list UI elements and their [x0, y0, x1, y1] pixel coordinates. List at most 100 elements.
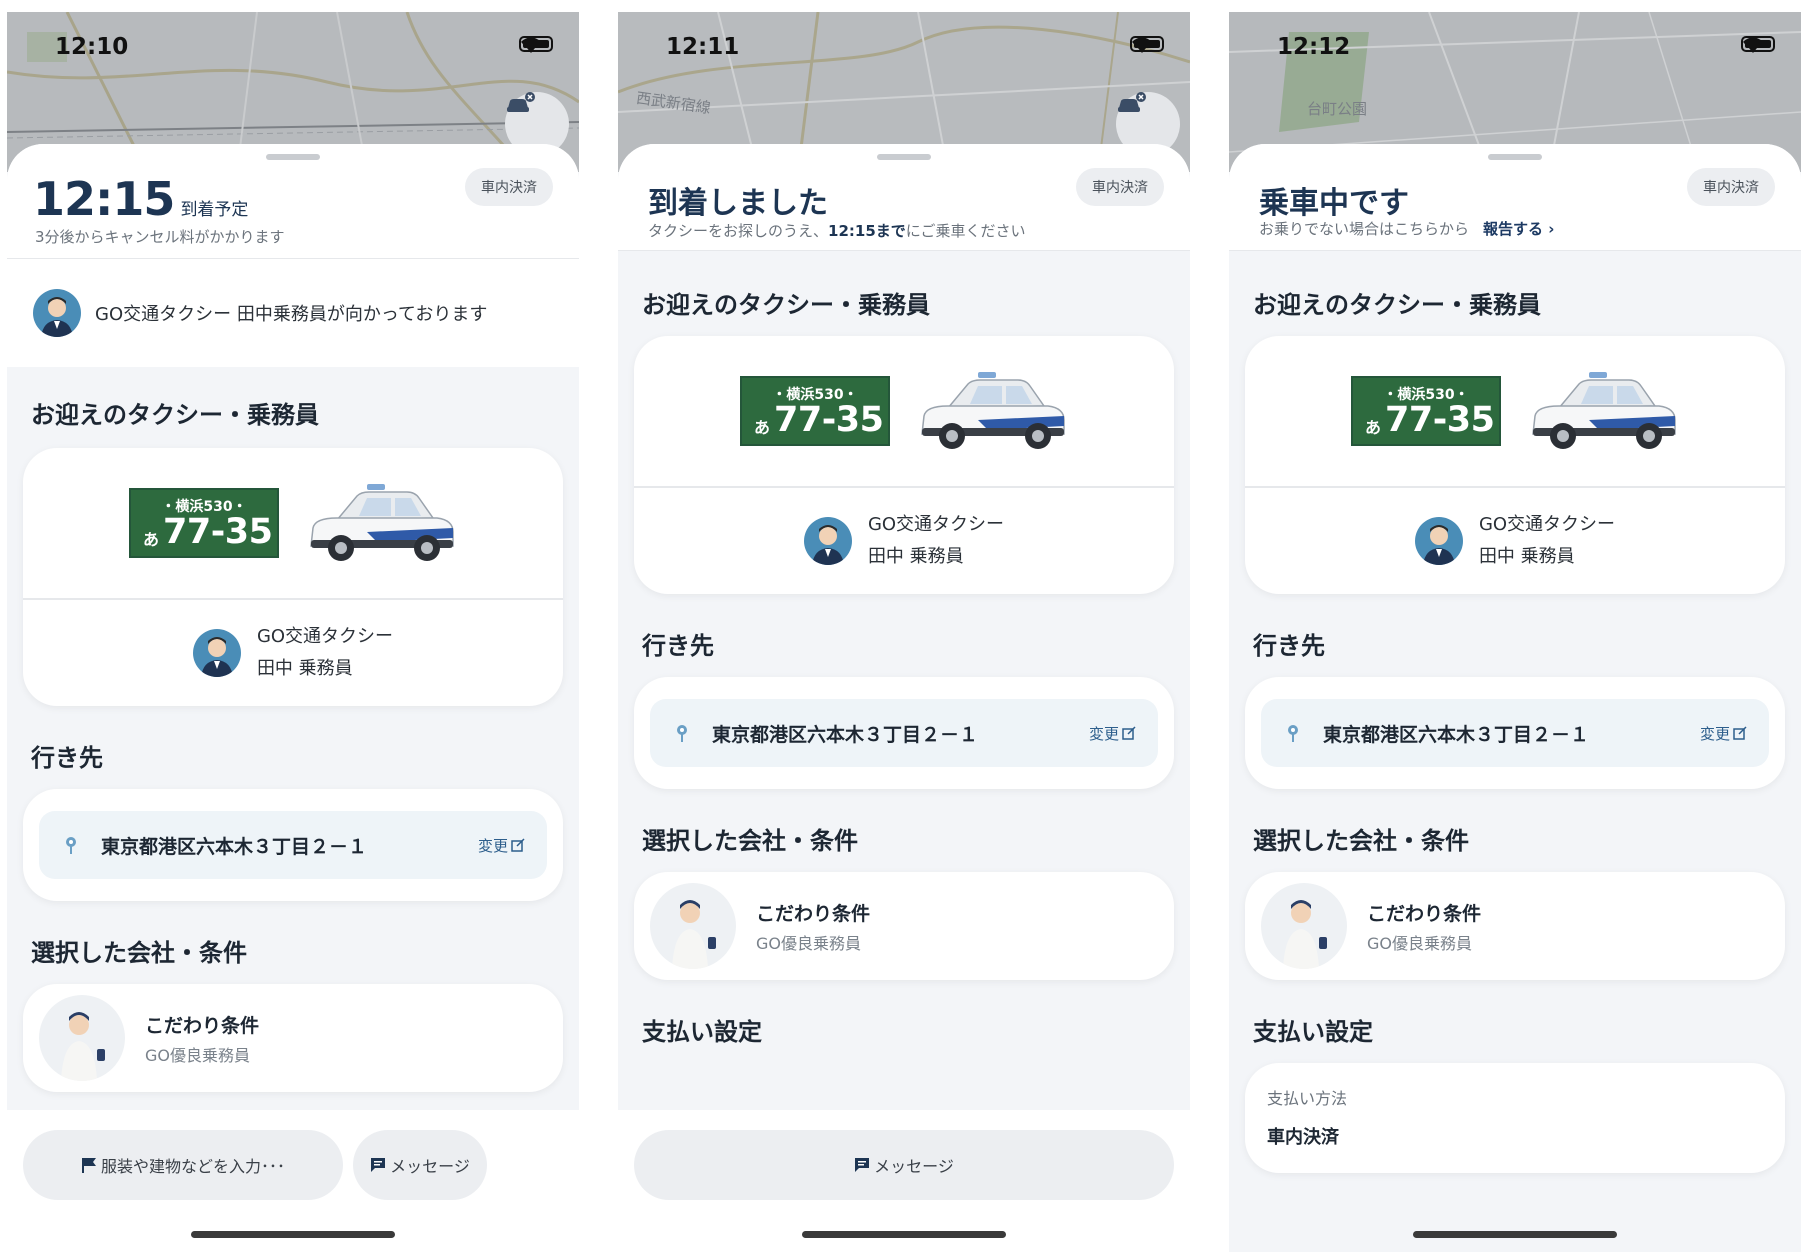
message-label: メッセージ [874, 1157, 954, 1176]
car-cancel-icon [507, 92, 535, 112]
cancel-fee-note: 3分後からキャンセル料がかかります [35, 228, 285, 246]
driver-avatar [192, 629, 241, 677]
driver-illustration [650, 883, 736, 969]
conditions-card[interactable]: こだわり条件 GO優良乗務員 [634, 872, 1174, 980]
conditions-card[interactable]: こだわり条件 GO優良乗務員 [23, 984, 563, 1092]
status-bar: 12:11 [618, 12, 1190, 82]
destination-row[interactable]: 東京都港区六本木３丁目２－１ 変更 [1261, 699, 1769, 767]
sheet-grabber[interactable] [877, 154, 931, 160]
status-bar: 12:12 [1229, 12, 1801, 82]
status-title: 到着しました [648, 186, 828, 221]
status-time: 12:10 [55, 34, 129, 60]
payment-chip: 車内決済 [1687, 168, 1775, 206]
message-button[interactable]: メッセージ [353, 1130, 487, 1200]
plate-kana: あ [1365, 418, 1382, 437]
bottom-sheet[interactable]: 車内決済 到着しました タクシーをお探しのうえ、12:15までにご乗車ください … [618, 144, 1190, 1252]
change-destination-button[interactable]: 変更 [1700, 723, 1747, 744]
bottom-action-bar: 服装や建物などを入力･･･ メッセージ [7, 1110, 579, 1252]
in-ride-header: 車内決済 乗車中です お乗りでない場合はこちらから 報告する › [1229, 144, 1801, 251]
payment-chip: 車内決済 [465, 168, 553, 206]
conditions-title: こだわり条件 [145, 1014, 260, 1037]
section-title-pickup: お迎えのタクシー・乗務員 [1253, 291, 1541, 319]
driver-info-row: GO交通タクシー 田中 乗務員 [1245, 488, 1785, 594]
edit-icon [1733, 726, 1747, 740]
report-note: お乗りでない場合はこちらから 報告する › [1259, 220, 1555, 238]
destination-address: 東京都港区六本木３丁目２－１ [712, 723, 979, 746]
message-label: メッセージ [390, 1157, 470, 1176]
payment-method-card[interactable]: 支払い方法 車内決済 [1245, 1063, 1785, 1173]
edit-icon [1122, 726, 1136, 740]
eta-time: 12:15 [33, 172, 175, 226]
edit-icon [511, 838, 525, 852]
home-indicator[interactable] [1413, 1231, 1617, 1238]
driver-illustration [1261, 883, 1347, 969]
map-park-label: 台町公園 [1307, 100, 1368, 118]
payment-chip: 車内決済 [1076, 168, 1164, 206]
taxi-driver-card: ・横浜530・ あ 77-35 GO交通タクシー 田中 乗務員 [634, 336, 1174, 594]
section-title-conditions: 選択した会社・条件 [642, 827, 858, 855]
change-label: 変更 [1088, 724, 1119, 743]
sheet-grabber[interactable] [1488, 154, 1542, 160]
message-button[interactable]: メッセージ [634, 1130, 1174, 1200]
conditions-title: こだわり条件 [1367, 902, 1482, 925]
driver-avatar [803, 517, 852, 565]
eta-header: 車内決済 12:15 到着予定 3分後からキャンセル料がかかります [7, 144, 579, 259]
battery-icon [1741, 36, 1775, 52]
plate-kana: あ [143, 530, 160, 549]
location-pin-icon [677, 725, 687, 742]
driver-name: 田中 乗務員 [1478, 546, 1575, 567]
license-plate: ・横浜530・ あ 77-35 [1351, 376, 1501, 446]
destination-address: 東京都港区六本木３丁目２－１ [1323, 723, 1590, 746]
phone-screen-arrived: 西武新宿線 12:11 車内決済 到着しました タクシーをお探しのうえ、12:1… [618, 12, 1190, 1252]
battery-icon [1130, 36, 1164, 52]
sheet-grabber[interactable] [266, 154, 320, 160]
status-bar: 12:10 [7, 12, 579, 82]
status-time: 12:11 [666, 34, 740, 60]
taxi-driver-card: ・横浜530・ あ 77-35 GO交通タクシー 田中 乗務員 [23, 448, 563, 706]
flag-icon [81, 1158, 96, 1173]
conditions-card[interactable]: こだわり条件 GO優良乗務員 [1245, 872, 1785, 980]
status-time: 12:12 [1277, 34, 1351, 60]
eta-label: 到着予定 [180, 200, 249, 220]
change-label: 変更 [477, 836, 508, 855]
approach-text: GO交通タクシー 田中乗務員が向かっております [95, 304, 488, 325]
driver-approach-row: GO交通タクシー 田中乗務員が向かっております [7, 259, 579, 367]
taxi-car-illustration [921, 372, 1065, 449]
company-name: GO交通タクシー [256, 626, 394, 647]
conditions-subtitle: GO優良乗務員 [145, 1045, 250, 1065]
pickup-hint-button[interactable]: 服装や建物などを入力･･･ [23, 1130, 343, 1200]
driver-name: 田中 乗務員 [256, 658, 353, 679]
taxi-car-illustration [1532, 372, 1676, 449]
plate-number: 77-35 [163, 512, 273, 552]
taxi-car-illustration [310, 484, 454, 561]
home-indicator[interactable] [191, 1231, 395, 1238]
destination-card: 東京都港区六本木３丁目２－１ 変更 [634, 677, 1174, 789]
plate-number: 77-35 [1385, 400, 1495, 440]
destination-row[interactable]: 東京都港区六本木３丁目２－１ 変更 [39, 811, 547, 879]
section-title-destination: 行き先 [31, 744, 103, 772]
change-destination-button[interactable]: 変更 [478, 835, 525, 856]
destination-card: 東京都港区六本木３丁目２－１ 変更 [1245, 677, 1785, 789]
home-indicator[interactable] [802, 1231, 1006, 1238]
driver-illustration [39, 995, 125, 1081]
section-title-pickup: お迎えのタクシー・乗務員 [642, 291, 930, 319]
payment-method-label: 支払い方法 [1267, 1089, 1348, 1108]
bottom-sheet[interactable]: 車内決済 乗車中です お乗りでない場合はこちらから 報告する › お迎えのタクシー… [1229, 144, 1801, 1252]
bottom-sheet[interactable]: 車内決済 12:15 到着予定 3分後からキャンセル料がかかります GO交通タクシ… [7, 144, 579, 1252]
company-name: GO交通タクシー [1478, 514, 1616, 535]
change-destination-button[interactable]: 変更 [1089, 723, 1136, 744]
destination-row[interactable]: 東京都港区六本木３丁目２－１ 変更 [650, 699, 1158, 767]
report-link[interactable]: 報告する › [1483, 220, 1554, 238]
pickup-hint-label: 服装や建物などを入力･･･ [100, 1157, 285, 1176]
driver-name: 田中 乗務員 [867, 546, 964, 567]
license-plate: ・横浜530・ あ 77-35 [129, 488, 279, 558]
status-title: 乗車中です [1259, 186, 1409, 221]
bottom-action-bar: メッセージ [618, 1110, 1190, 1252]
driver-info-row: GO交通タクシー 田中 乗務員 [634, 488, 1174, 594]
change-label: 変更 [1699, 724, 1730, 743]
phone-screen-en-route: 12:10 車内決済 12:15 到着予定 3分後からキャンセル料がかかります G… [7, 12, 579, 1252]
section-title-conditions: 選択した会社・条件 [1253, 827, 1469, 855]
license-plate: ・横浜530・ あ 77-35 [740, 376, 890, 446]
section-title-pickup: お迎えのタクシー・乗務員 [31, 401, 319, 429]
arrival-header: 車内決済 到着しました タクシーをお探しのうえ、12:15までにご乗車ください [618, 144, 1190, 251]
